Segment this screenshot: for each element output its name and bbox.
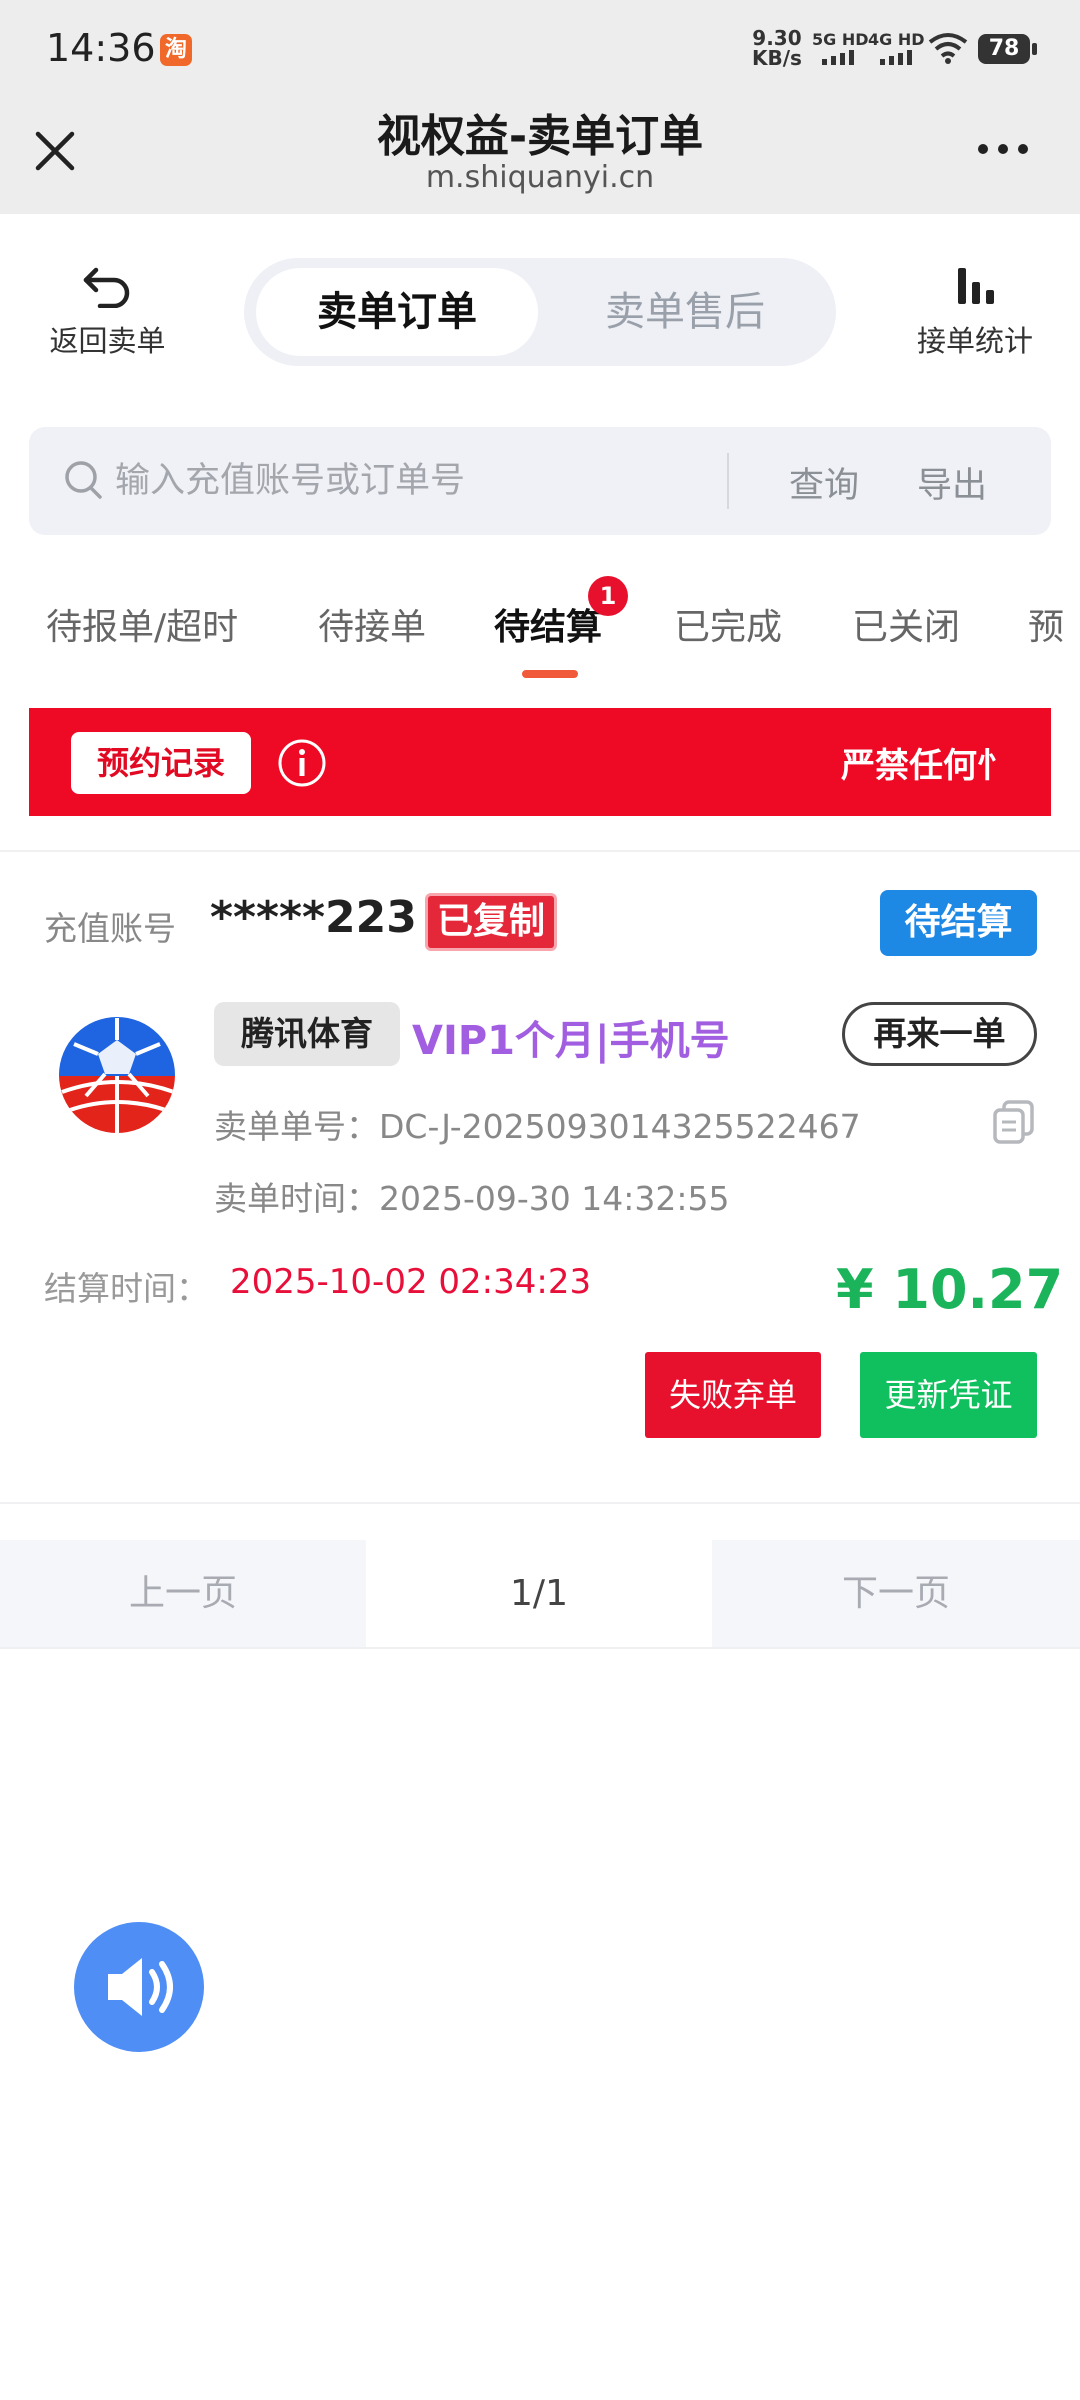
order-type-segmented-control: 卖单订单 卖单售后 — [244, 258, 836, 366]
copy-icon[interactable] — [992, 1100, 1036, 1144]
tab-after-sales[interactable]: 卖单售后 — [544, 268, 826, 356]
tab-pending-report[interactable]: 待报单/超时 — [46, 598, 238, 650]
network-speed: 9.30 KB/s — [752, 28, 802, 68]
search-divider — [727, 453, 729, 509]
sim2-label: 4G HD — [868, 30, 925, 49]
order-number-label: 卖单单号： — [214, 1107, 379, 1146]
sim1-label: 5G HD — [812, 30, 869, 49]
tab-completed[interactable]: 已完成 — [674, 598, 782, 650]
divider — [0, 850, 1080, 852]
divider — [0, 1502, 1080, 1504]
signal-bars-icon — [880, 50, 912, 65]
search-icon — [65, 461, 102, 499]
notice-banner: 预约记录 严禁任何忄 — [29, 708, 1051, 816]
divider — [0, 1647, 1080, 1649]
more-icon[interactable] — [978, 144, 1028, 154]
order-number-row: 卖单单号：DC-J-20250930143255224​67 — [214, 1100, 861, 1148]
next-page-button[interactable]: 下一页 — [712, 1540, 1080, 1648]
page-indicator: 1/1 — [366, 1540, 712, 1648]
active-tab-indicator — [522, 670, 578, 678]
product-name: VIP1个月|手机号 — [412, 1018, 730, 1064]
back-label: 返回卖单 — [49, 324, 166, 358]
tab-pending-accept[interactable]: 待接单 — [318, 598, 426, 650]
order-time-label: 卖单时间： — [214, 1179, 379, 1218]
tencent-sports-logo-icon — [59, 1017, 175, 1133]
export-button[interactable]: 导出 — [917, 457, 987, 508]
back-to-sell-button[interactable]: 返回卖单 — [40, 264, 175, 360]
network-speed-value: 9.30 — [752, 26, 802, 50]
copied-toast: 已复制 — [428, 896, 554, 948]
top-nav: 返回卖单 卖单订单 卖单售后 接单统计 — [0, 214, 1080, 404]
pagination: 上一页 1/1 下一页 — [0, 1540, 1080, 1648]
scrolling-notice-text: 严禁任何忄 — [841, 746, 1011, 786]
taobao-app-icon: 淘 — [160, 34, 192, 66]
reservation-records-button[interactable]: 预约记录 — [71, 732, 251, 794]
status-badge: 待结算 — [880, 890, 1037, 956]
page-url: m.shiquanyi.cn — [425, 160, 655, 195]
prev-page-button[interactable]: 上一页 — [0, 1540, 366, 1648]
voice-broadcast-button[interactable] — [74, 1922, 204, 2052]
settle-time-label: 结算时间： — [44, 1269, 209, 1308]
tab-more-partial[interactable]: 预 — [1028, 598, 1064, 650]
order-number-value: DC-J-20250930143255224​67 — [379, 1107, 861, 1146]
status-bar: 14:36 淘 9.30 KB/s 5G HD 4G HD 78 — [0, 0, 1080, 96]
back-arrow-icon — [83, 267, 129, 309]
update-voucher-button[interactable]: 更新凭证 — [860, 1352, 1037, 1438]
order-time-row: 卖单时间：2025-09-30 14:32:55 — [214, 1172, 729, 1220]
tab-sell-orders[interactable]: 卖单订单 — [256, 268, 538, 356]
tab-count-badge: 1 — [588, 576, 628, 616]
account-label: 充值账号 — [44, 909, 176, 948]
account-value[interactable]: *****223 — [210, 892, 417, 943]
battery-icon: 78 — [978, 34, 1037, 64]
page-title: 视权益-卖单订单 — [376, 111, 704, 162]
tab-pending-settlement[interactable]: 待结算 — [494, 598, 602, 650]
settle-time-value: 2025-10-02 02:34:23 — [230, 1262, 592, 1302]
order-time-value: 2025-09-30 14:32:55 — [379, 1179, 730, 1218]
wifi-icon — [928, 33, 968, 64]
bar-chart-icon — [958, 268, 994, 304]
info-icon[interactable] — [277, 738, 327, 788]
speaker-icon — [108, 1958, 173, 2016]
order-price: ¥ 10.27 — [836, 1258, 1064, 1321]
browser-titlebar: 视权益-卖单订单 m.shiquanyi.cn — [0, 96, 1080, 214]
network-speed-unit: KB/s — [752, 46, 802, 70]
stats-label: 接单统计 — [916, 324, 1033, 358]
search-input[interactable] — [115, 449, 735, 513]
signal-bars-icon — [822, 50, 854, 65]
reorder-button[interactable]: 再来一单 — [842, 1002, 1037, 1066]
tab-closed[interactable]: 已关闭 — [852, 598, 960, 650]
brand-tag: 腾讯体育 — [214, 1002, 400, 1066]
clock: 14:36 — [46, 26, 156, 70]
order-status-tabs: 待报单/超时 待接单 待结算 1 已完成 已关闭 预 — [0, 560, 1080, 680]
fail-abandon-button[interactable]: 失败弃单 — [645, 1352, 821, 1438]
order-stats-button[interactable]: 接单统计 — [905, 264, 1045, 360]
search-bar: 查询 导出 — [29, 427, 1051, 535]
query-button[interactable]: 查询 — [789, 457, 859, 508]
